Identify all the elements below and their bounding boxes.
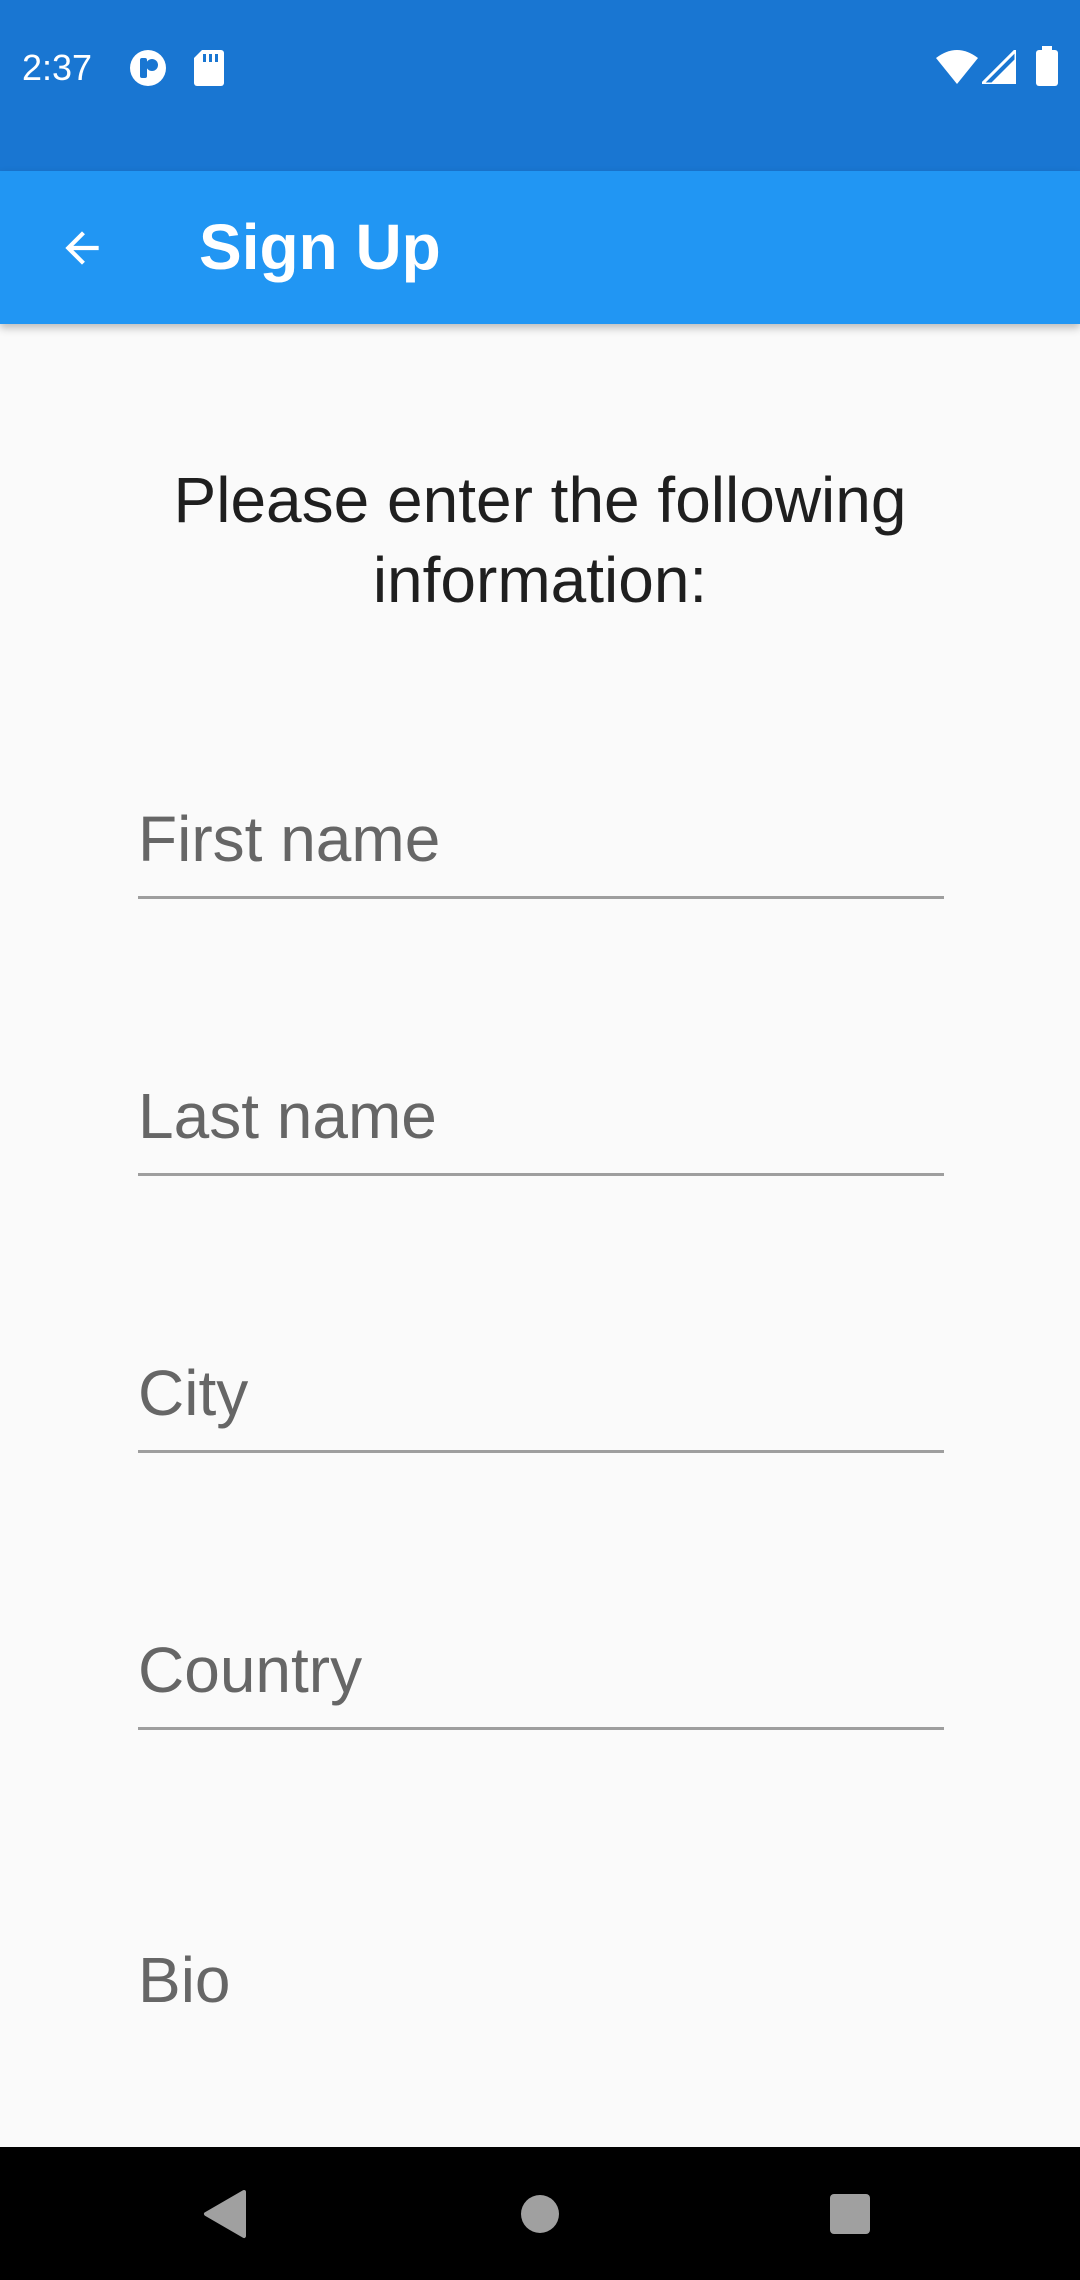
home-circle-icon	[521, 2195, 559, 2233]
last-name-input[interactable]	[138, 1056, 944, 1176]
nav-back-button[interactable]	[180, 2169, 270, 2259]
cell-signal-icon	[982, 50, 1016, 84]
wifi-icon	[936, 50, 978, 84]
city-underline	[138, 1450, 944, 1453]
status-bar: 2:37	[0, 0, 1080, 171]
app-bar: Sign Up	[0, 171, 1080, 324]
city-field-container	[138, 1333, 944, 1453]
nav-home-button[interactable]	[495, 2169, 585, 2259]
back-button[interactable]	[38, 204, 126, 292]
nav-recents-button[interactable]	[805, 2169, 895, 2259]
bio-input[interactable]	[138, 1930, 944, 2030]
bio-field-container	[138, 1930, 944, 2030]
arrow-back-icon	[65, 231, 99, 265]
page-title: Sign Up	[199, 211, 441, 283]
first-name-field-container	[138, 779, 944, 899]
recents-square-icon	[830, 2194, 870, 2234]
navigation-bar	[0, 2147, 1080, 2280]
last-name-field-container	[138, 1056, 944, 1176]
first-name-input[interactable]	[138, 779, 944, 899]
battery-icon	[1036, 46, 1058, 86]
status-time: 2:37	[22, 47, 93, 88]
city-input[interactable]	[138, 1333, 944, 1453]
country-input[interactable]	[138, 1610, 944, 1730]
country-underline	[138, 1727, 944, 1730]
country-field-container	[138, 1610, 944, 1730]
first-name-underline	[138, 896, 944, 899]
sign-up-screen: 2:37 Sign Up Please enter the following …	[0, 0, 1080, 2280]
back-triangle-icon	[204, 2190, 246, 2238]
last-name-underline	[138, 1173, 944, 1176]
form-instructions: Please enter the following information:	[173, 464, 907, 616]
sd-card-icon	[194, 50, 224, 86]
app-notification-icon	[130, 50, 166, 86]
